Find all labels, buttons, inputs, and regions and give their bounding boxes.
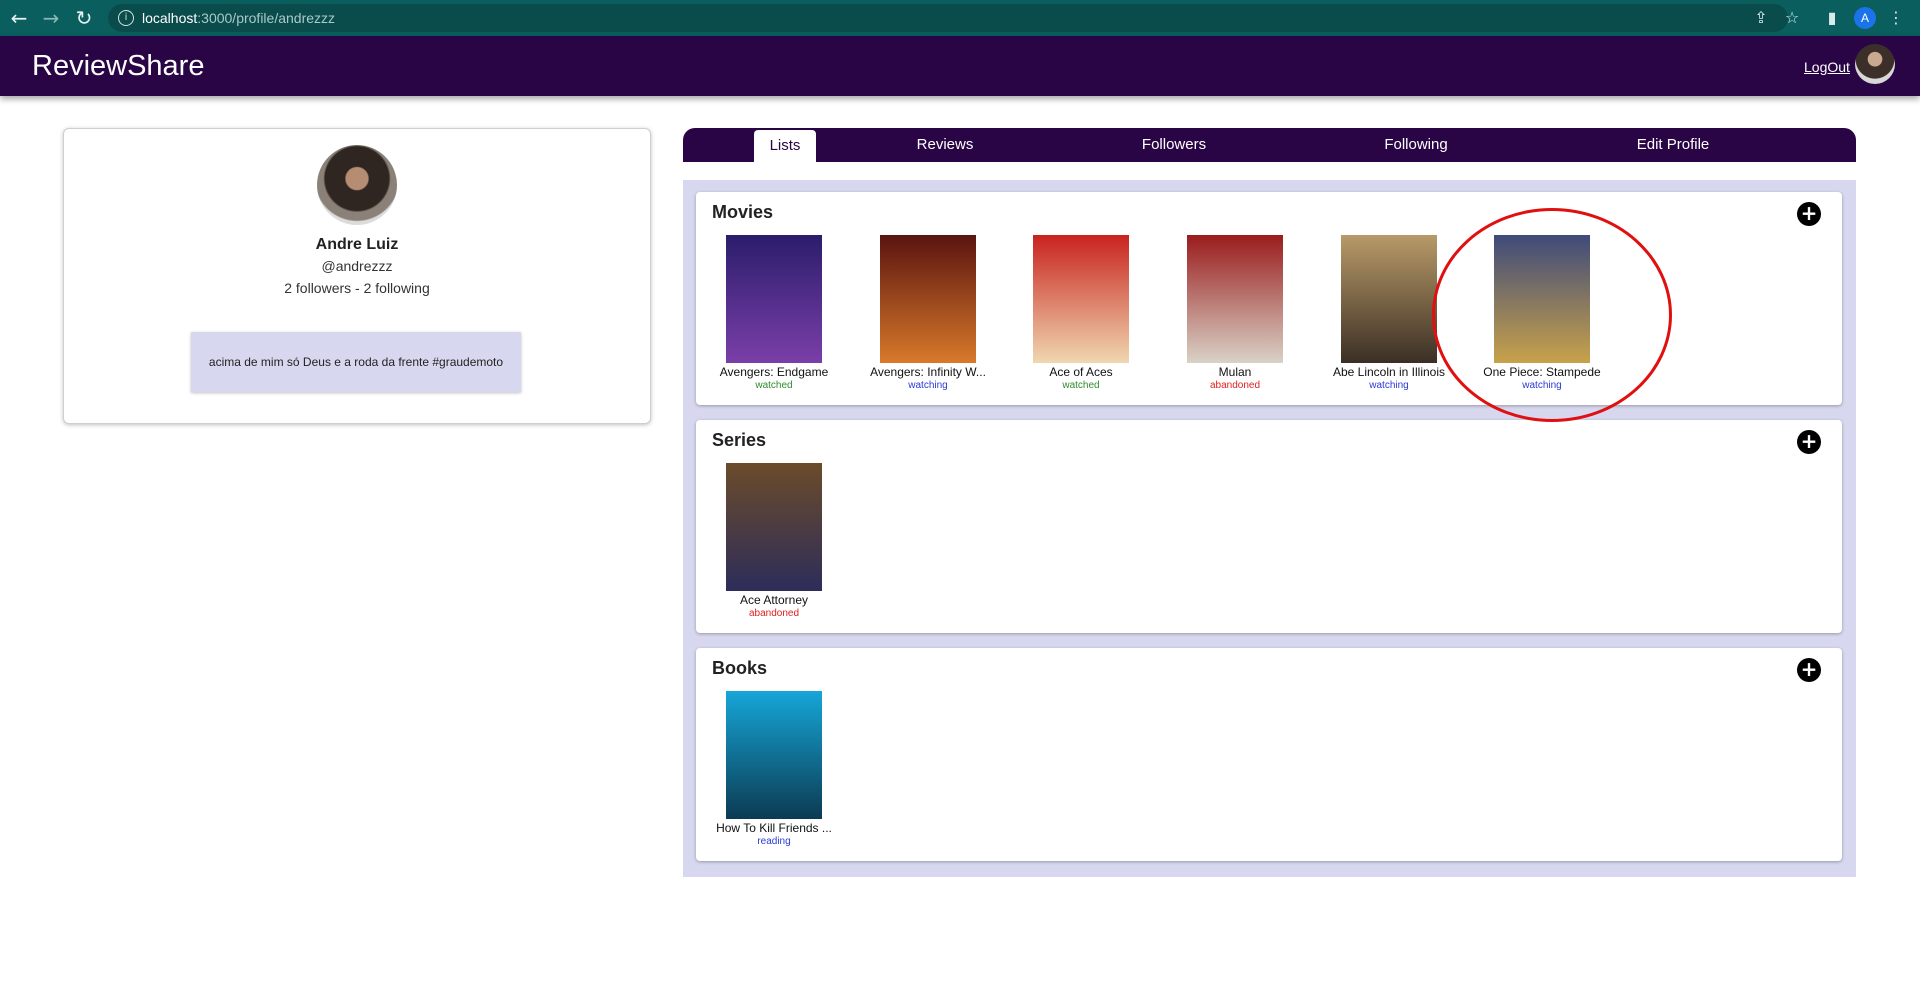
profile-tabs: Lists Reviews Followers Following Edit P…: [683, 128, 1856, 162]
list-item[interactable]: How To Kill Friends ... reading: [704, 691, 844, 847]
list-item[interactable]: Ace Attorney abandoned: [704, 463, 844, 619]
poster-image: [1187, 235, 1283, 363]
poster-image: [726, 691, 822, 819]
url-text[interactable]: localhost:3000/profile/andrezzz: [142, 4, 335, 32]
item-title: Mulan: [1218, 365, 1252, 379]
list-item[interactable]: One Piece: Stampede watching: [1472, 235, 1612, 391]
poster-image: [880, 235, 976, 363]
profile-handle: @andrezzz: [321, 258, 393, 274]
add-book-button[interactable]: +: [1797, 658, 1821, 682]
poster-image: [726, 463, 822, 591]
movies-section: Movies + Avengers: Endgame watched Aveng…: [696, 192, 1842, 405]
item-title: One Piece: Stampede: [1483, 365, 1601, 379]
browser-menu-icon[interactable]: ⋮: [1886, 8, 1906, 28]
forward-icon[interactable]: →: [40, 7, 62, 29]
item-title: Avengers: Endgame: [719, 365, 829, 379]
item-title: Ace of Aces: [1049, 365, 1113, 379]
back-icon[interactable]: ←: [8, 7, 30, 29]
logout-link[interactable]: LogOut: [1804, 59, 1850, 75]
profile-avatar: [317, 145, 397, 225]
status-label: watching: [1369, 380, 1409, 391]
list-item[interactable]: Ace of Aces watched: [1011, 235, 1151, 391]
share-icon[interactable]: ⇪: [1751, 8, 1771, 28]
poster-image: [1494, 235, 1590, 363]
poster-image: [1033, 235, 1129, 363]
item-title: How To Kill Friends ...: [716, 821, 832, 835]
list-item[interactable]: Abe Lincoln in Illinois watching: [1319, 235, 1459, 391]
add-series-button[interactable]: +: [1797, 430, 1821, 454]
list-item[interactable]: Mulan abandoned: [1165, 235, 1305, 391]
follow-stats: 2 followers - 2 following: [284, 280, 430, 296]
tab-lists[interactable]: Lists: [754, 130, 816, 162]
site-info-icon[interactable]: i: [118, 10, 134, 26]
tab-edit-profile[interactable]: Edit Profile: [1618, 128, 1728, 162]
tab-reviews[interactable]: Reviews: [905, 128, 985, 162]
status-label: abandoned: [1209, 380, 1261, 391]
poster-image: [726, 235, 822, 363]
books-section: Books + How To Kill Friends ... reading: [696, 648, 1842, 861]
lists-panel: Movies + Avengers: Endgame watched Aveng…: [683, 180, 1856, 877]
profile-name: Andre Luiz: [315, 236, 399, 253]
address-bar[interactable]: i localhost:3000/profile/andrezzz: [108, 4, 1788, 32]
series-section: Series + Ace Attorney abandoned: [696, 420, 1842, 633]
tab-followers[interactable]: Followers: [1129, 128, 1219, 162]
section-title: Books: [712, 658, 768, 678]
status-label: watching: [1522, 380, 1562, 391]
status-label: reading: [757, 836, 791, 847]
status-label: watching: [908, 380, 948, 391]
browser-toolbar: ← → ↻ i localhost:3000/profile/andrezzz …: [0, 0, 1920, 36]
side-panel-icon[interactable]: ▮: [1822, 8, 1842, 28]
profile-card: Andre Luiz @andrezzz 2 followers - 2 fol…: [63, 128, 651, 424]
status-label: abandoned: [748, 608, 800, 619]
list-item[interactable]: Avengers: Infinity W... watching: [858, 235, 998, 391]
tab-following[interactable]: Following: [1371, 128, 1461, 162]
user-avatar[interactable]: [1855, 44, 1895, 84]
add-movie-button[interactable]: +: [1797, 202, 1821, 226]
profile-bio: acima de mim só Deus e a roda da frente …: [191, 332, 521, 392]
reload-icon[interactable]: ↻: [73, 7, 95, 29]
poster-image: [1341, 235, 1437, 363]
brand-logo[interactable]: ReviewShare: [32, 48, 204, 84]
browser-profile-avatar[interactable]: A: [1854, 7, 1876, 29]
app-header: ReviewShare LogOut: [0, 36, 1920, 96]
item-title: Abe Lincoln in Illinois: [1332, 365, 1446, 379]
status-label: watched: [755, 380, 793, 391]
section-title: Movies: [712, 202, 774, 222]
bookmark-star-icon[interactable]: ☆: [1782, 8, 1802, 28]
status-label: watched: [1062, 380, 1100, 391]
item-title: Ace Attorney: [739, 593, 809, 607]
item-title: Avengers: Infinity W...: [870, 365, 986, 379]
list-item[interactable]: Avengers: Endgame watched: [704, 235, 844, 391]
section-title: Series: [712, 430, 767, 450]
